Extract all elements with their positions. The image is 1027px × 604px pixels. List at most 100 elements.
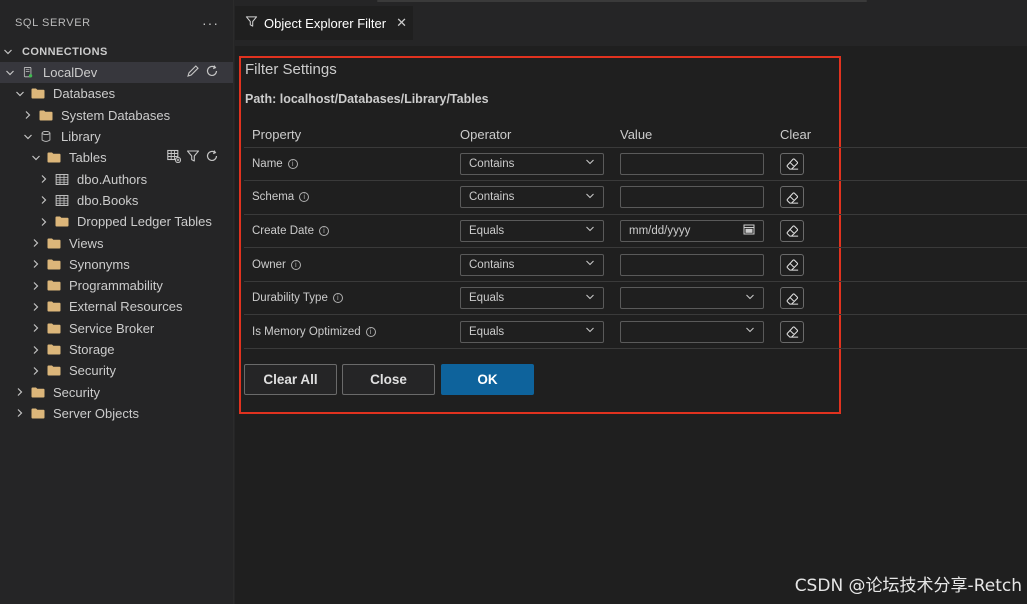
tree-item-external-resources[interactable]: External Resources — [0, 296, 233, 317]
schema-value-input[interactable] — [620, 186, 764, 209]
connections-section-header[interactable]: CONNECTIONS — [0, 45, 233, 59]
operator-selected: Equals — [469, 325, 505, 338]
server-icon — [21, 67, 43, 78]
folder-icon — [47, 238, 69, 249]
tree-item-tables[interactable]: Tables — [0, 147, 233, 168]
create-date-date-input[interactable]: mm/dd/yyyy — [620, 219, 764, 242]
table-header-row: Property Operator Value Clear — [244, 122, 1027, 147]
chevron-right-icon[interactable] — [31, 238, 41, 248]
is-memory-optimized-operator-select[interactable]: Equals — [460, 320, 604, 343]
create-date-operator-select[interactable]: Equals — [460, 219, 604, 242]
chevron-right-icon[interactable] — [15, 408, 25, 418]
close-button[interactable]: Close — [342, 364, 435, 395]
chevron-right-icon[interactable] — [31, 259, 41, 269]
chevron-down-icon[interactable] — [15, 89, 25, 99]
more-actions-button[interactable]: ··· — [202, 15, 219, 31]
chevron-right-icon[interactable] — [31, 281, 41, 291]
chevron-down-icon[interactable] — [5, 68, 15, 78]
tree-item-dbo-books[interactable]: dbo.Books — [0, 190, 233, 211]
chevron-right-icon[interactable] — [39, 217, 49, 227]
operator-cell: Contains — [452, 146, 612, 181]
calendar-icon[interactable] — [743, 223, 755, 238]
ok-button[interactable]: OK — [441, 364, 534, 395]
chevron-right-icon[interactable] — [23, 110, 33, 120]
tree-item-label: System Databases — [61, 107, 171, 123]
name-clear-button[interactable] — [780, 152, 804, 175]
info-icon[interactable]: i — [319, 225, 330, 236]
tab-object-explorer-filter[interactable]: Object Explorer Filter ✕ — [235, 6, 413, 40]
close-tab-button[interactable]: ✕ — [396, 15, 407, 31]
refresh-icon[interactable] — [205, 64, 219, 81]
chevron-down-icon[interactable] — [23, 132, 33, 142]
durability-type-clear-button[interactable] — [780, 287, 804, 310]
info-icon[interactable]: i — [365, 326, 376, 337]
chevron-down-icon — [3, 47, 13, 57]
tables-actions — [167, 147, 219, 168]
chevron-down-icon[interactable] — [31, 153, 41, 163]
eraser-icon — [785, 223, 800, 238]
info-icon[interactable]: i — [287, 158, 298, 169]
chevron-down-icon — [745, 292, 755, 305]
schema-clear-button[interactable] — [780, 186, 804, 209]
tree-item-library[interactable]: Library — [0, 126, 233, 147]
tree-item-security[interactable]: Security — [0, 360, 233, 381]
is-memory-optimized-value-select[interactable] — [620, 320, 764, 343]
filter-path: Path: localhost/Databases/Library/Tables — [245, 92, 489, 106]
tree-item-label: Tables — [69, 150, 107, 166]
owner-clear-button[interactable] — [780, 253, 804, 276]
eraser-icon — [785, 291, 800, 306]
tree-item-system-databases[interactable]: System Databases — [0, 105, 233, 126]
tree-item-label: Programmability — [69, 278, 163, 294]
schema-operator-select[interactable]: Contains — [460, 186, 604, 209]
is-memory-optimized-clear-button[interactable] — [780, 320, 804, 343]
edit-connection-icon[interactable] — [186, 64, 200, 81]
chevron-right-icon[interactable] — [31, 302, 41, 312]
name-value-input[interactable] — [620, 152, 764, 175]
panel-title: Filter Settings — [245, 61, 337, 78]
durability-type-operator-select[interactable]: Equals — [460, 287, 604, 310]
chevron-right-icon[interactable] — [31, 366, 41, 376]
create-date-clear-button[interactable] — [780, 219, 804, 242]
clear-all-button[interactable]: Clear All — [244, 364, 337, 395]
owner-value-input[interactable] — [620, 253, 764, 276]
tree-item-security[interactable]: Security — [0, 381, 233, 402]
eraser-icon — [785, 190, 800, 205]
clear-cell — [772, 314, 1027, 350]
property-label: Name — [252, 157, 283, 170]
chevron-right-icon[interactable] — [39, 174, 49, 184]
new-table-icon[interactable] — [167, 149, 182, 166]
tree-item-views[interactable]: Views — [0, 232, 233, 253]
property-cell: Name i — [244, 146, 452, 181]
folder-icon — [47, 365, 69, 376]
chevron-down-icon — [585, 325, 595, 338]
info-icon[interactable]: i — [290, 259, 301, 270]
chevron-right-icon[interactable] — [39, 195, 49, 205]
tree-item-databases[interactable]: Databases — [0, 83, 233, 104]
info-icon[interactable]: i — [299, 192, 310, 203]
property-label: Owner — [252, 258, 286, 271]
value-cell — [612, 146, 772, 181]
tree-item-synonyms[interactable]: Synonyms — [0, 254, 233, 275]
tree-item-localdev[interactable]: LocalDev — [0, 62, 233, 84]
name-operator-select[interactable]: Contains — [460, 152, 604, 175]
chevron-down-icon — [585, 292, 595, 305]
info-icon[interactable]: i — [332, 293, 343, 304]
watermark-text: CSDN @论坛技术分享-Retch — [794, 576, 1022, 596]
tree-item-programmability[interactable]: Programmability — [0, 275, 233, 296]
chevron-down-icon — [585, 258, 595, 271]
chevron-right-icon[interactable] — [15, 387, 25, 397]
tree-item-dropped-ledger-tables[interactable]: Dropped Ledger Tables — [0, 211, 233, 232]
tree-item-server-objects[interactable]: Server Objects — [0, 403, 233, 424]
chevron-right-icon[interactable] — [31, 345, 41, 355]
tree-item-label: LocalDev — [43, 65, 98, 81]
chevron-right-icon[interactable] — [31, 323, 41, 333]
horizontal-scrollbar[interactable] — [377, 0, 867, 2]
sidebar-title: SQL SERVER — [15, 17, 91, 29]
filter-icon[interactable] — [186, 149, 200, 166]
durability-type-value-select[interactable] — [620, 287, 764, 310]
owner-operator-select[interactable]: Contains — [460, 253, 604, 276]
tree-item-storage[interactable]: Storage — [0, 339, 233, 360]
refresh-icon[interactable] — [205, 149, 219, 166]
tree-item-service-broker[interactable]: Service Broker — [0, 318, 233, 339]
tree-item-dbo-authors[interactable]: dbo.Authors — [0, 168, 233, 189]
